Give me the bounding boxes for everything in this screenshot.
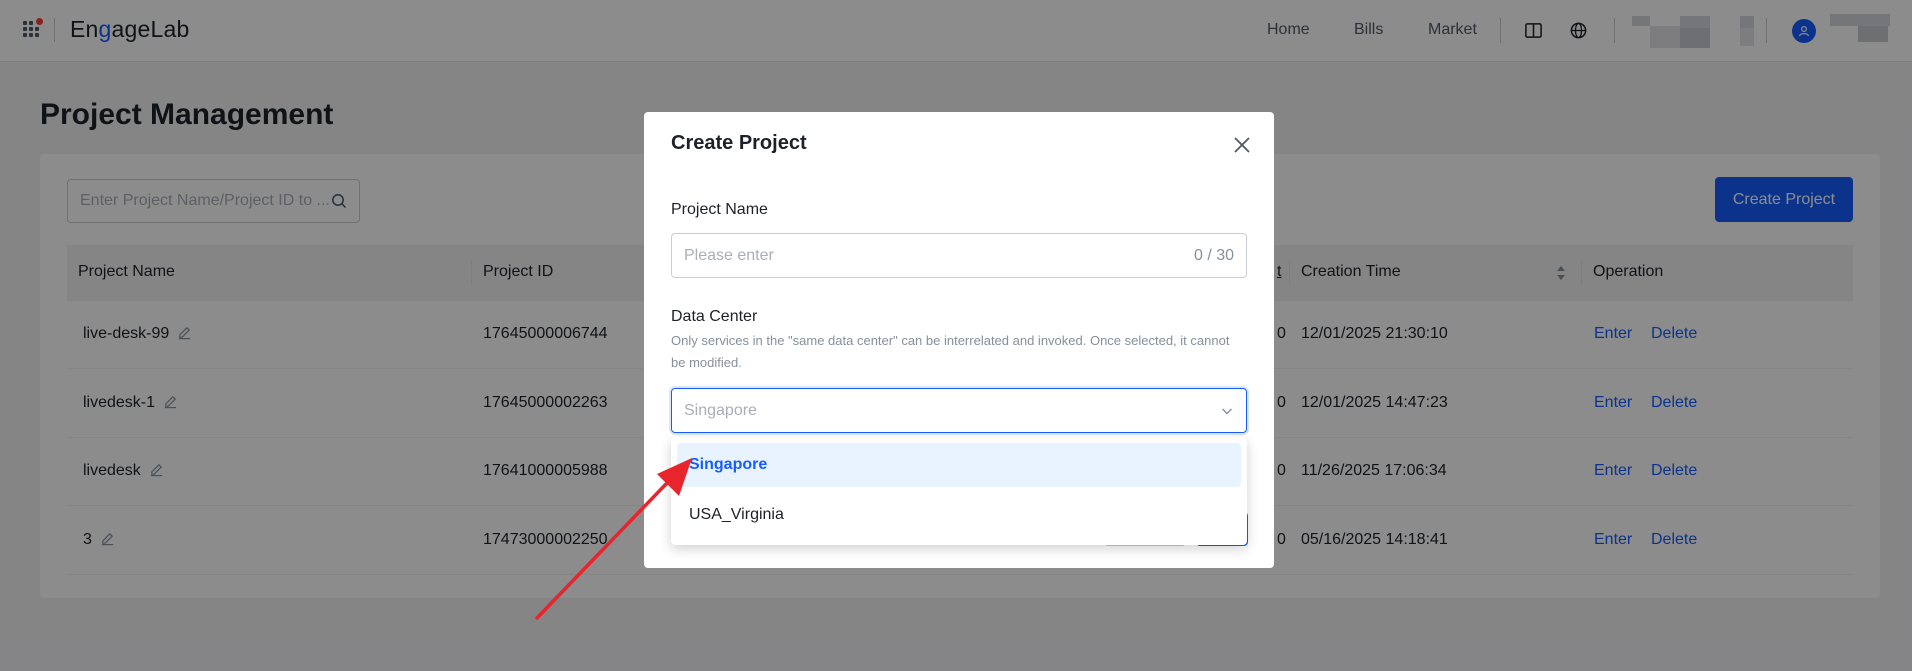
project-name-field[interactable]: Please enter 0 / 30 bbox=[671, 233, 1247, 278]
data-center-placeholder: Singapore bbox=[684, 401, 757, 419]
project-name-label: Project Name bbox=[671, 201, 768, 218]
data-center-dropdown: Singapore USA_Virginia bbox=[671, 437, 1247, 545]
data-center-select[interactable]: Singapore bbox=[671, 388, 1247, 433]
page: EngageLab Home Bills Market Project Mana… bbox=[0, 0, 1912, 671]
chevron-down-icon bbox=[1222, 408, 1232, 414]
close-icon[interactable] bbox=[1231, 134, 1253, 156]
option-singapore[interactable]: Singapore bbox=[677, 443, 1241, 487]
data-center-label: Data Center bbox=[671, 308, 758, 325]
char-counter: 0 / 30 bbox=[1193, 246, 1234, 264]
dialog-title: Create Project bbox=[671, 132, 807, 154]
option-usa-virginia[interactable]: USA_Virginia bbox=[677, 493, 1241, 537]
project-name-placeholder: Please enter bbox=[684, 246, 774, 264]
data-center-hint: Only services in the "same data center" … bbox=[671, 333, 1230, 370]
